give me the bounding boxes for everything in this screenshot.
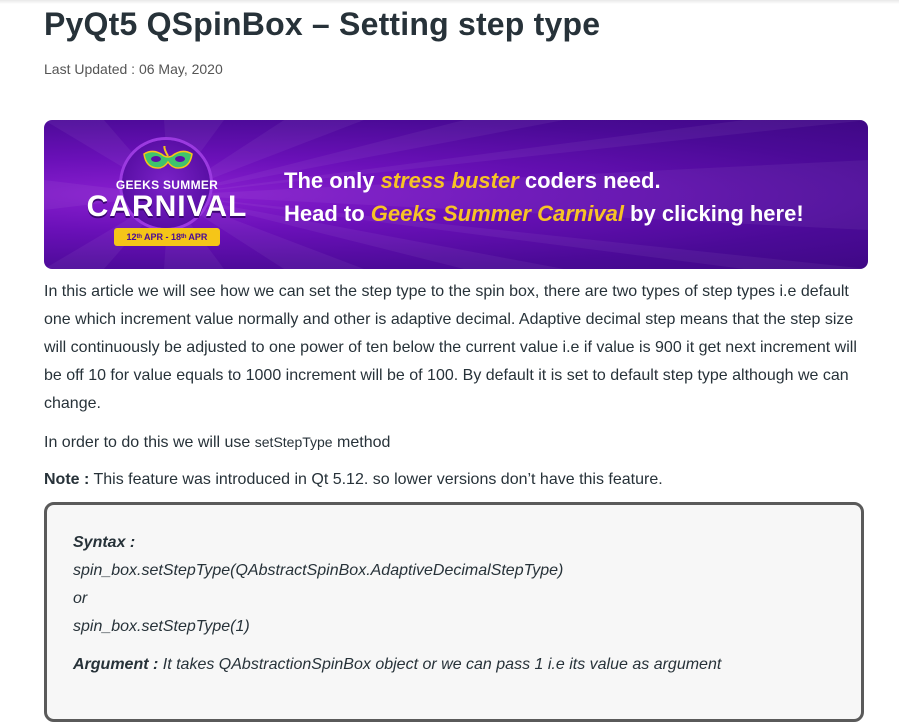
banner-line-2: Head to Geeks Summer Carnival by clickin…: [284, 197, 804, 230]
carnival-badge: GEEKS SUMMER CARNIVAL 12ᵗʰ APR - 18ᵗʰ AP…: [84, 138, 250, 250]
carnival-mask-icon: [143, 146, 193, 169]
badge-title: CARNIVAL: [86, 190, 248, 223]
banner-line-1-suffix: coders need.: [518, 168, 661, 193]
article-page: PyQt5 QSpinBox – Setting step type Last …: [0, 0, 899, 722]
argument-label: Argument :: [73, 656, 159, 673]
page-title: PyQt5 QSpinBox – Setting step type: [44, 6, 601, 42]
note-paragraph: Note : This feature was introduced in Qt…: [44, 466, 663, 494]
syntax-line-3: spin_box.setStepType(1): [73, 618, 250, 635]
syntax-line-1: spin_box.setStepType(QAbstractSpinBox.Ad…: [73, 562, 564, 579]
badge-dates: 12ᵗʰ APR - 18ᵗʰ APR: [114, 228, 220, 246]
note-text: This feature was introduced in Qt 5.12. …: [89, 471, 663, 488]
method-paragraph-suffix: method: [332, 434, 391, 451]
banner-line-2-prefix: Head to: [284, 201, 371, 226]
note-label: Note :: [44, 471, 90, 488]
syntax-line-2: or: [73, 590, 88, 607]
syntax-box: Syntax : spin_box.setStepType(QAbstractS…: [44, 502, 864, 722]
banner-line-1: The only stress buster coders need.: [284, 164, 804, 197]
argument-text: It takes QAbstractionSpinBox object or w…: [158, 656, 722, 673]
banner-line-1-highlight: stress buster: [380, 168, 519, 193]
last-updated-date: Last Updated : 06 May, 2020: [44, 61, 223, 77]
banner-line-1-prefix: The only: [284, 168, 381, 193]
banner-message: The only stress buster coders need. Head…: [284, 164, 804, 230]
syntax-content: Syntax : spin_box.setStepType(QAbstractS…: [73, 529, 721, 679]
header-shadow: [0, 0, 899, 4]
inline-code: setStepType: [254, 434, 333, 450]
intro-paragraph: In this article we will see how we can s…: [44, 283, 857, 412]
banner-line-2-highlight: Geeks Summer Carnival: [370, 201, 624, 226]
argument-line: Argument : It takes QAbstractionSpinBox …: [73, 651, 721, 679]
banner-line-2-suffix: by clicking here!: [623, 201, 804, 226]
promo-banner-link[interactable]: GEEKS SUMMER CARNIVAL 12ᵗʰ APR - 18ᵗʰ AP…: [44, 120, 868, 269]
method-paragraph-prefix: In order to do this we will use: [44, 434, 255, 451]
method-paragraph: In order to do this we will use setStepT…: [44, 428, 390, 457]
syntax-label: Syntax :: [73, 534, 136, 551]
